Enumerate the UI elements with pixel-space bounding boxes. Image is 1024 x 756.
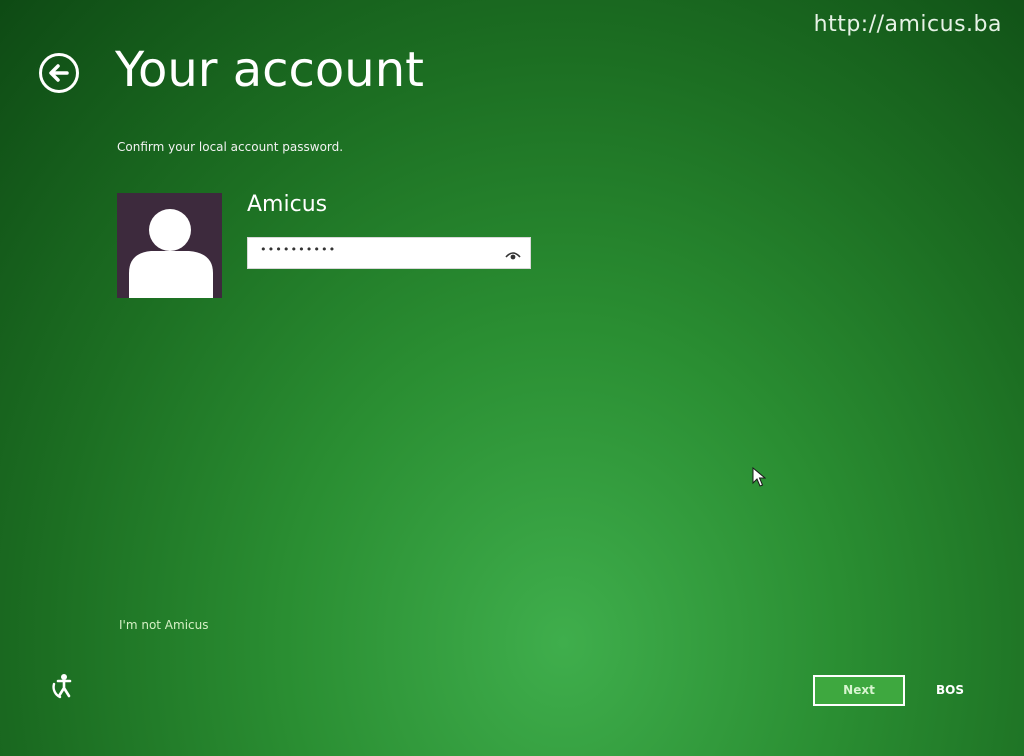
- back-button[interactable]: [38, 52, 80, 94]
- password-mask: ••••••••••: [260, 243, 337, 256]
- reveal-password-button[interactable]: [504, 247, 522, 261]
- ime-indicator[interactable]: BOS: [936, 683, 964, 697]
- watermark-url: http://amicus.ba: [813, 12, 1002, 37]
- eye-icon: [505, 252, 521, 260]
- back-arrow-circle-icon: [39, 53, 79, 93]
- ease-of-access-button[interactable]: [48, 672, 80, 700]
- password-field[interactable]: ••••••••••: [247, 237, 531, 269]
- ease-of-access-icon: [52, 674, 72, 699]
- account-name: Amicus: [247, 192, 328, 217]
- avatar: [117, 193, 222, 298]
- next-button[interactable]: Next: [813, 675, 905, 706]
- page-subtitle: Confirm your local account password.: [117, 140, 344, 154]
- user-silhouette-icon: [129, 209, 213, 298]
- mouse-cursor-icon: [752, 467, 766, 487]
- not-user-link[interactable]: I'm not Amicus: [119, 618, 209, 632]
- page-title: Your account: [115, 42, 424, 98]
